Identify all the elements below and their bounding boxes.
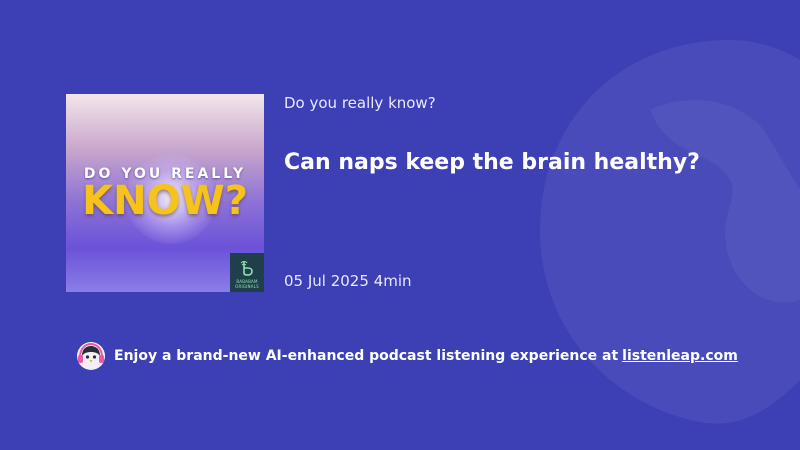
artwork-brand-badge: BABABAM ORIGINALS	[230, 253, 264, 292]
artwork-title-line2: KNOW?	[82, 178, 248, 224]
podcast-artwork[interactable]: DO YOU REALLY KNOW? BABABAM ORIGINALS	[66, 94, 264, 292]
episode-meta: 05 Jul 2025 4min	[284, 272, 412, 290]
bababam-logo-icon	[240, 261, 253, 276]
episode-title[interactable]: Can naps keep the brain healthy?	[284, 150, 784, 175]
promo-link[interactable]: listenleap.com	[622, 348, 738, 364]
artwork-brand-line2: ORIGINALS	[235, 284, 259, 289]
show-name[interactable]: Do you really know?	[284, 94, 436, 112]
background-logo-icon	[540, 40, 800, 424]
promo-text: Enjoy a brand-new AI-enhanced podcast li…	[114, 348, 619, 364]
promo-banner: Enjoy a brand-new AI-enhanced podcast li…	[76, 341, 738, 371]
penguin-headphones-icon	[77, 342, 105, 370]
episode-date: 05 Jul 2025	[284, 272, 369, 290]
episode-duration: 4min	[373, 272, 412, 290]
